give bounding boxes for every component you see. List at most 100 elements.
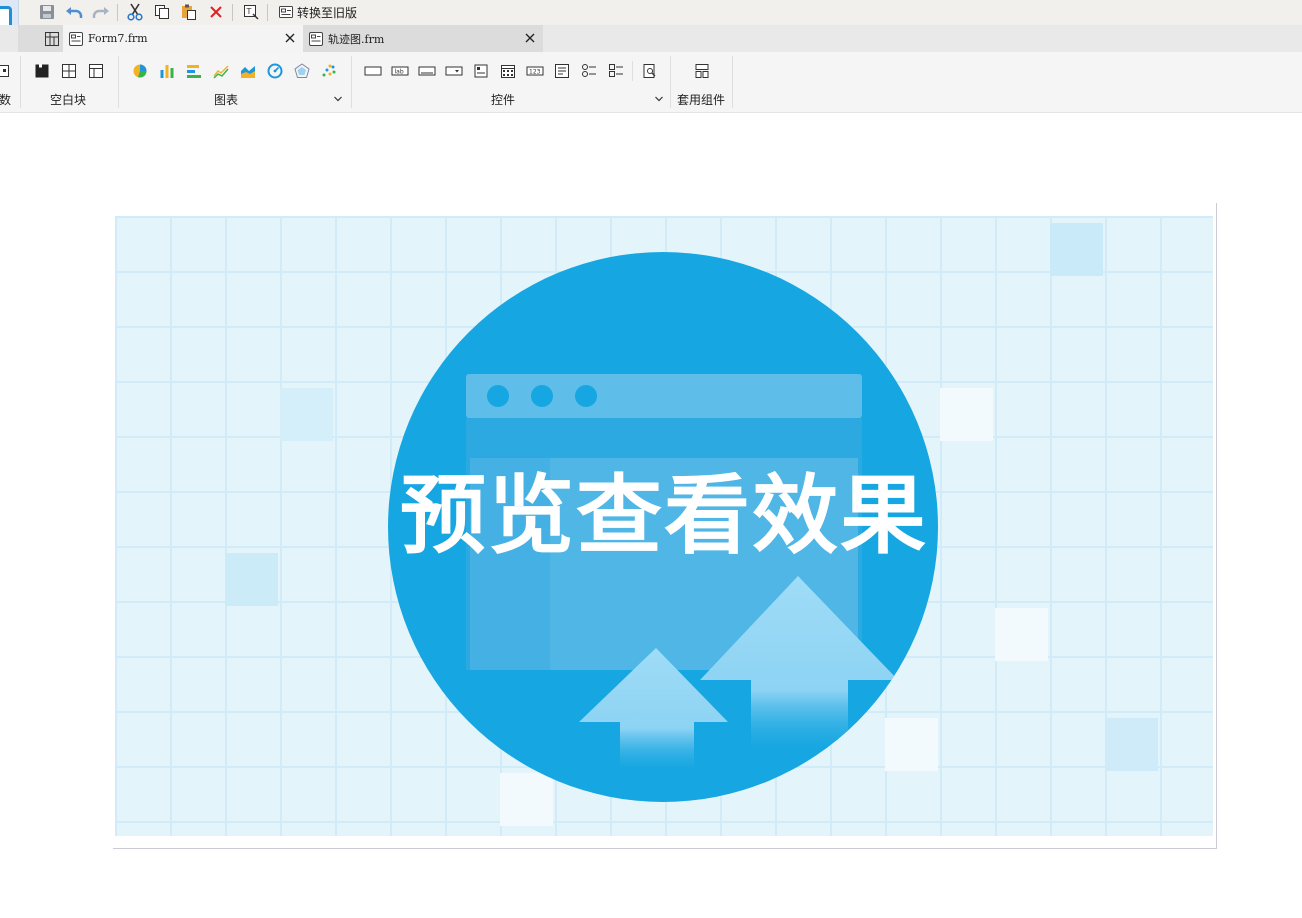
decor-tile	[1050, 223, 1103, 276]
radio-group-icon	[582, 64, 596, 77]
calendar-control-button[interactable]	[498, 61, 518, 81]
component-ribbon: 数 空白块 图表 lab 123 控件 套用组件	[0, 52, 1302, 113]
ribbon-separator	[351, 56, 352, 108]
scissors-icon	[127, 3, 143, 21]
convert-label: 转换至旧版	[297, 5, 358, 20]
close-icon[interactable]	[523, 31, 537, 45]
radar-chart-button[interactable]	[292, 61, 312, 81]
form-file-icon	[69, 31, 83, 46]
chevron-down-icon[interactable]	[654, 94, 664, 104]
close-icon[interactable]	[283, 31, 297, 45]
scatter-chart-button[interactable]	[319, 61, 339, 81]
save-icon	[40, 5, 54, 19]
label-control-button[interactable]: lab	[390, 61, 410, 81]
tab-block-button[interactable]	[59, 61, 79, 81]
copy-icon	[155, 5, 169, 19]
ribbon-separator	[118, 56, 119, 108]
area-chart-icon	[241, 66, 255, 78]
redo-button[interactable]	[90, 2, 112, 22]
document-tab-bar: Form7.frm 轨迹图.frm	[0, 25, 1302, 52]
toolbar-separator	[267, 4, 268, 21]
cut-button[interactable]	[124, 2, 146, 22]
paste-icon	[182, 4, 196, 20]
bar-chart-icon	[160, 65, 174, 78]
checkbox-group-icon	[609, 64, 623, 77]
group-label-controls: 控件	[491, 93, 516, 107]
tab-form7[interactable]: Form7.frm	[63, 25, 303, 52]
close-red-icon	[210, 6, 222, 18]
calendar-icon	[501, 65, 515, 78]
decor-tile	[280, 388, 333, 441]
toolbar-separator	[232, 4, 233, 21]
number-field-icon: 123	[526, 66, 544, 76]
group-label-params: 数	[0, 93, 12, 107]
dropdown-control-button[interactable]	[444, 61, 464, 81]
split-block-icon	[62, 64, 76, 78]
radio-group-control-button[interactable]	[579, 61, 599, 81]
horizontal-bar-chart-button[interactable]	[184, 61, 204, 81]
svg-text:lab: lab	[395, 69, 404, 76]
chevron-down-icon[interactable]	[333, 94, 343, 104]
button-control-button[interactable]	[363, 61, 383, 81]
tab-label: 轨迹图.frm	[328, 32, 385, 46]
line-chart-button[interactable]	[211, 61, 231, 81]
parameter-icon	[0, 65, 9, 77]
date-picker-control-button[interactable]	[471, 61, 491, 81]
ribbon-separator	[732, 56, 733, 108]
pie-chart-icon	[133, 64, 147, 78]
svg-text:123: 123	[529, 69, 541, 76]
grid-layout-icon[interactable]	[43, 30, 61, 48]
toolbar-separator	[117, 4, 118, 21]
group-label-templates: 套用组件	[677, 93, 726, 107]
template-component-button[interactable]	[692, 61, 712, 81]
group-label-blank-block: 空白块	[50, 93, 87, 107]
redo-icon	[92, 7, 109, 18]
ribbon-separator	[670, 56, 671, 108]
preview-effect-image: 预览查看效果	[115, 216, 1213, 836]
scatter-chart-icon	[322, 64, 336, 77]
text-control-button[interactable]	[417, 61, 437, 81]
ribbon-separator	[632, 61, 633, 81]
convert-to-old-version-button[interactable]: 转换至旧版	[275, 2, 360, 22]
bar-chart-button[interactable]	[157, 61, 177, 81]
decor-tile	[940, 388, 993, 441]
dropdown-control-icon	[445, 66, 463, 76]
gauge-chart-button[interactable]	[265, 61, 285, 81]
text-area-icon	[555, 64, 569, 78]
search-document-icon	[643, 64, 656, 78]
copy-button[interactable]	[151, 2, 173, 22]
template-layout-icon	[695, 64, 709, 78]
preview-title: 预览查看效果	[400, 466, 928, 566]
delete-button[interactable]	[205, 2, 227, 22]
undo-button[interactable]	[63, 2, 85, 22]
decor-tile	[885, 718, 938, 771]
form-file-icon	[309, 31, 323, 46]
checkbox-group-control-button[interactable]	[606, 61, 626, 81]
decor-tile	[1105, 718, 1158, 771]
gauge-chart-icon	[267, 63, 283, 79]
text-box-icon: T	[244, 5, 259, 20]
query-button-control-button[interactable]	[640, 61, 660, 81]
pie-chart-button[interactable]	[130, 61, 150, 81]
decor-tile	[500, 773, 553, 826]
layout-block-icon	[89, 64, 103, 78]
line-chart-icon	[213, 65, 229, 79]
button-control-icon	[364, 66, 382, 76]
form-icon	[279, 6, 293, 18]
parameter-panel-button[interactable]	[0, 61, 12, 81]
absolute-block-button[interactable]	[32, 61, 52, 81]
radar-chart-icon	[294, 63, 310, 78]
horizontal-bar-chart-icon	[187, 65, 201, 78]
number-control-button[interactable]: 123	[525, 61, 545, 81]
decor-tile	[995, 608, 1048, 661]
label-control-icon: lab	[391, 66, 409, 76]
ribbon-separator	[20, 56, 21, 108]
quick-toolbar: T 转换至旧版	[0, 0, 1302, 48]
layout-block-button[interactable]	[86, 61, 106, 81]
paste-button[interactable]	[178, 2, 200, 22]
format-painter-button[interactable]: T	[240, 2, 262, 22]
tab-trajectory[interactable]: 轨迹图.frm	[303, 25, 543, 52]
area-chart-button[interactable]	[238, 61, 258, 81]
save-button[interactable]	[36, 2, 58, 22]
textarea-control-button[interactable]	[552, 61, 572, 81]
